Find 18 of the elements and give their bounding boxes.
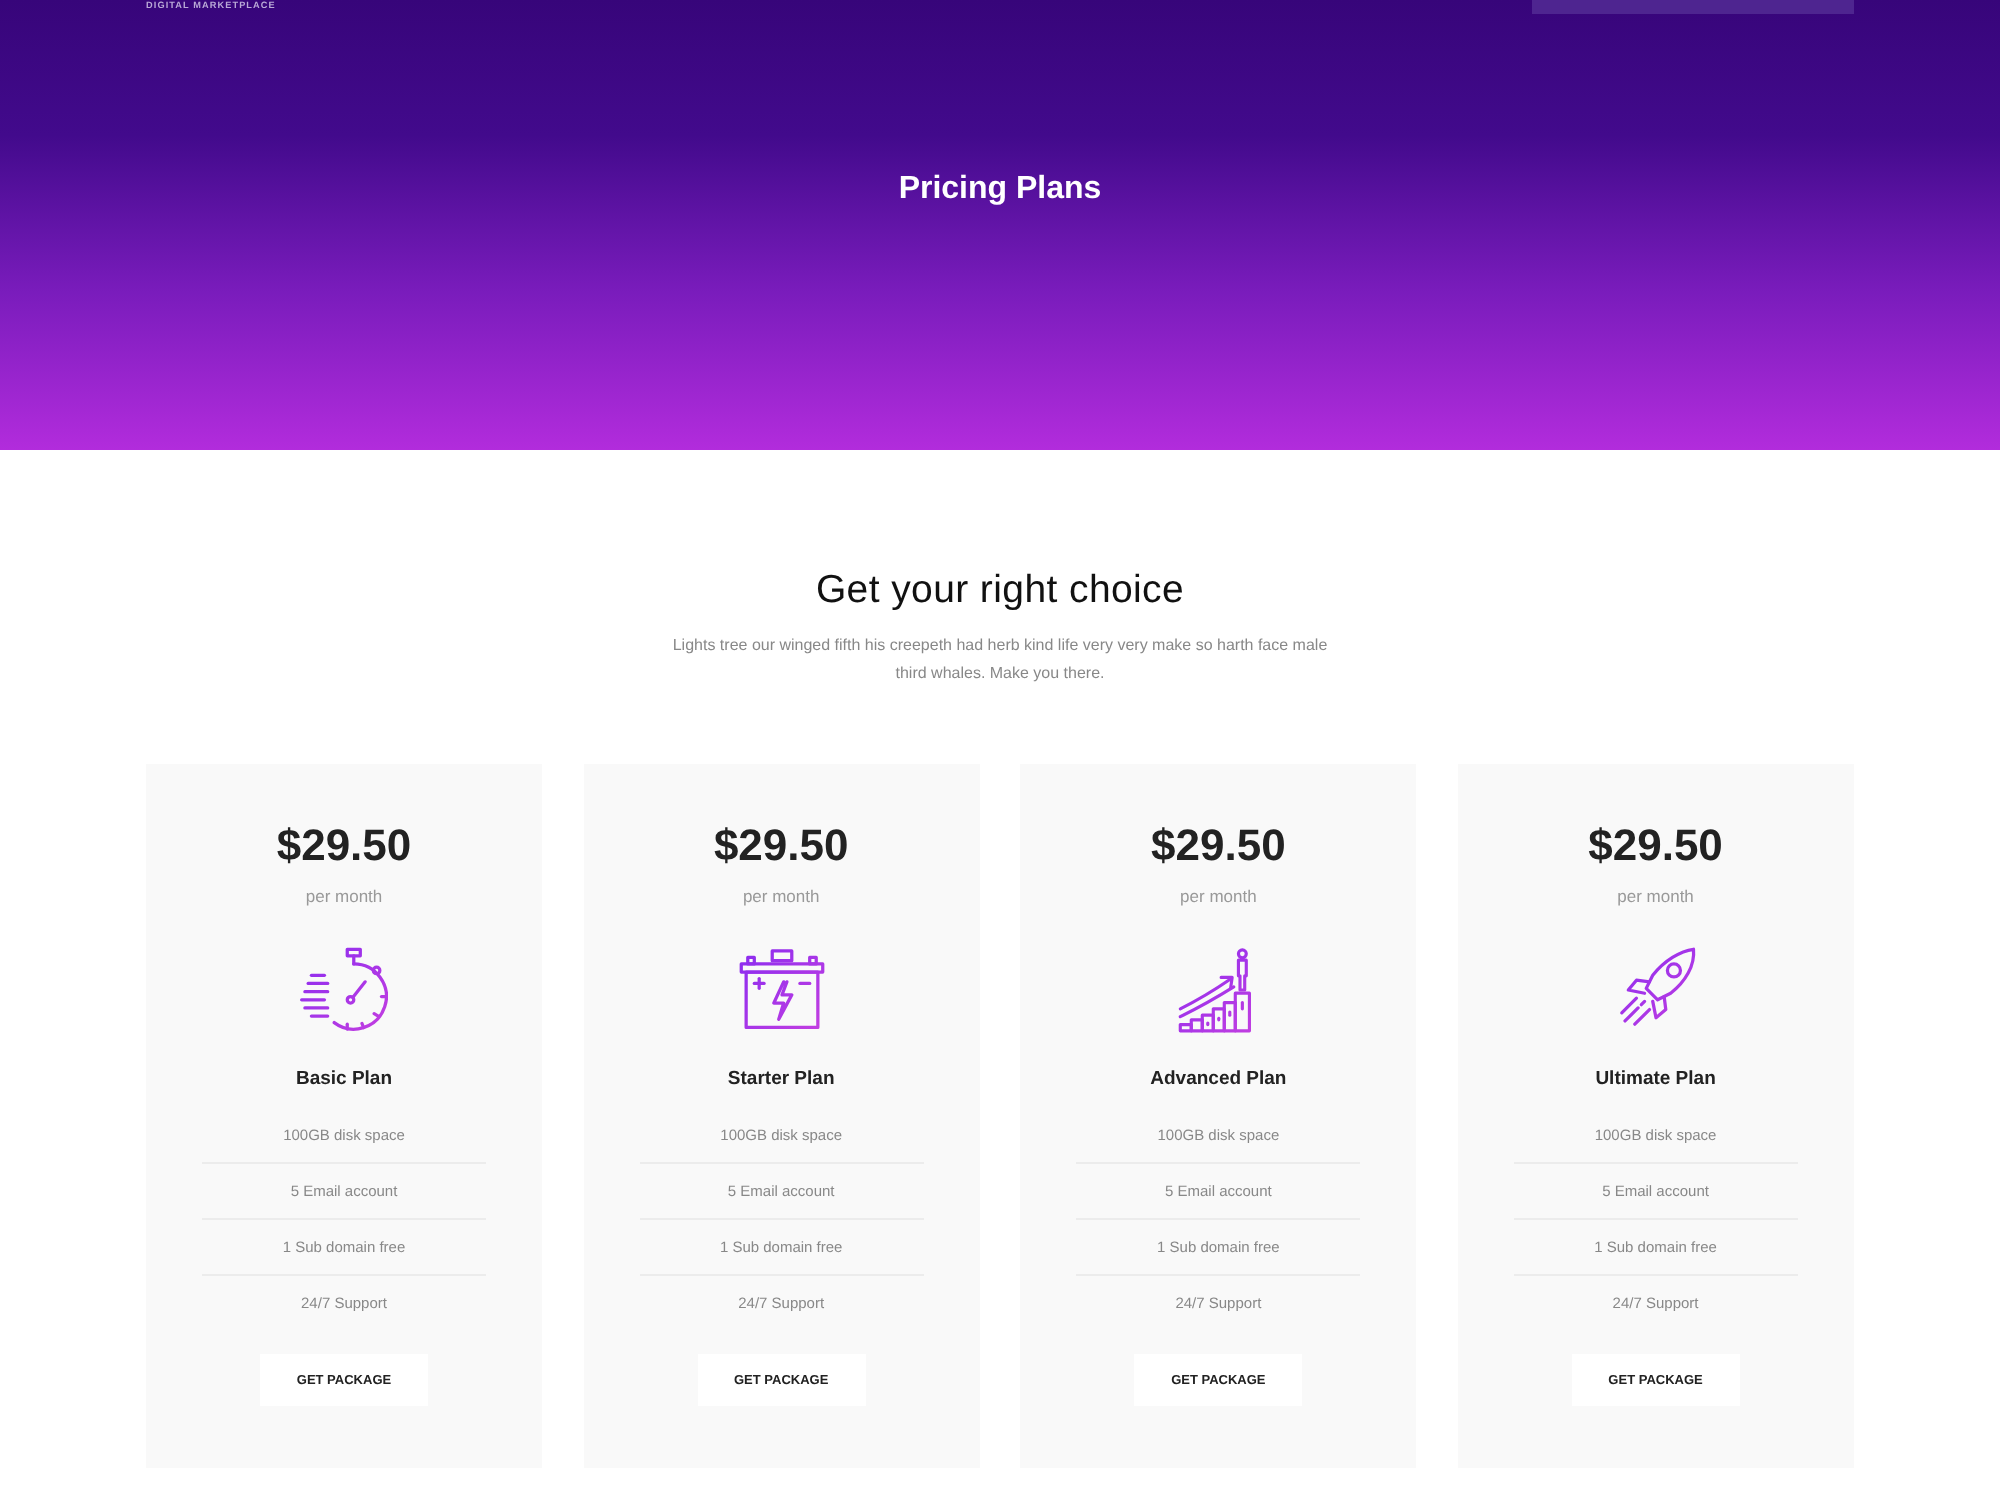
page-title: Pricing Plans [898,170,1102,210]
battery-icon [737,946,826,1034]
plan-name: Ultimate Plan [1595,1066,1716,1094]
billing-period: per month [305,884,383,908]
stopwatch-icon [300,946,388,1034]
price-text: $29.50 [713,818,849,874]
billing-period: per month [742,884,820,908]
price-text: $29.50 [1151,818,1286,874]
header-button[interactable] [1532,0,1854,14]
price-text: $29.50 [276,818,412,874]
plan-name: Basic Plan [295,1066,393,1094]
plan-name: Advanced Plan [1150,1066,1287,1094]
section-heading: Get your right choice [815,566,1185,614]
billing-period: per month [1617,884,1694,908]
plan-name: Starter Plan [727,1066,835,1094]
billing-period: per month [1180,884,1257,908]
price-text: $29.50 [1588,818,1723,874]
section-description: Lights tree our winged fifth his creepeth had herb kind life very very make so harth face male third whales. Make you there. [670,634,1330,686]
